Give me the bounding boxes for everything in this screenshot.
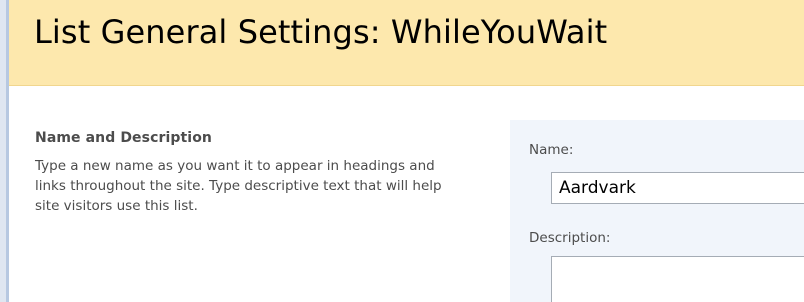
left-nav-edge (0, 0, 9, 302)
section-heading: Name and Description (35, 130, 212, 146)
title-area: List General Settings: WhileYouWait (9, 0, 804, 86)
name-input[interactable] (551, 172, 804, 204)
description-textarea[interactable] (551, 256, 804, 302)
page-title: List General Settings: WhileYouWait (34, 13, 608, 51)
name-description-section: Name and Description Type a new name as … (35, 130, 465, 216)
name-label: Name: (529, 142, 574, 158)
section-description: Type a new name as you want it to appear… (35, 158, 442, 214)
description-label: Description: (529, 230, 611, 246)
form-panel: Name: Description: (510, 120, 804, 302)
page: List General Settings: WhileYouWait Name… (0, 0, 804, 302)
